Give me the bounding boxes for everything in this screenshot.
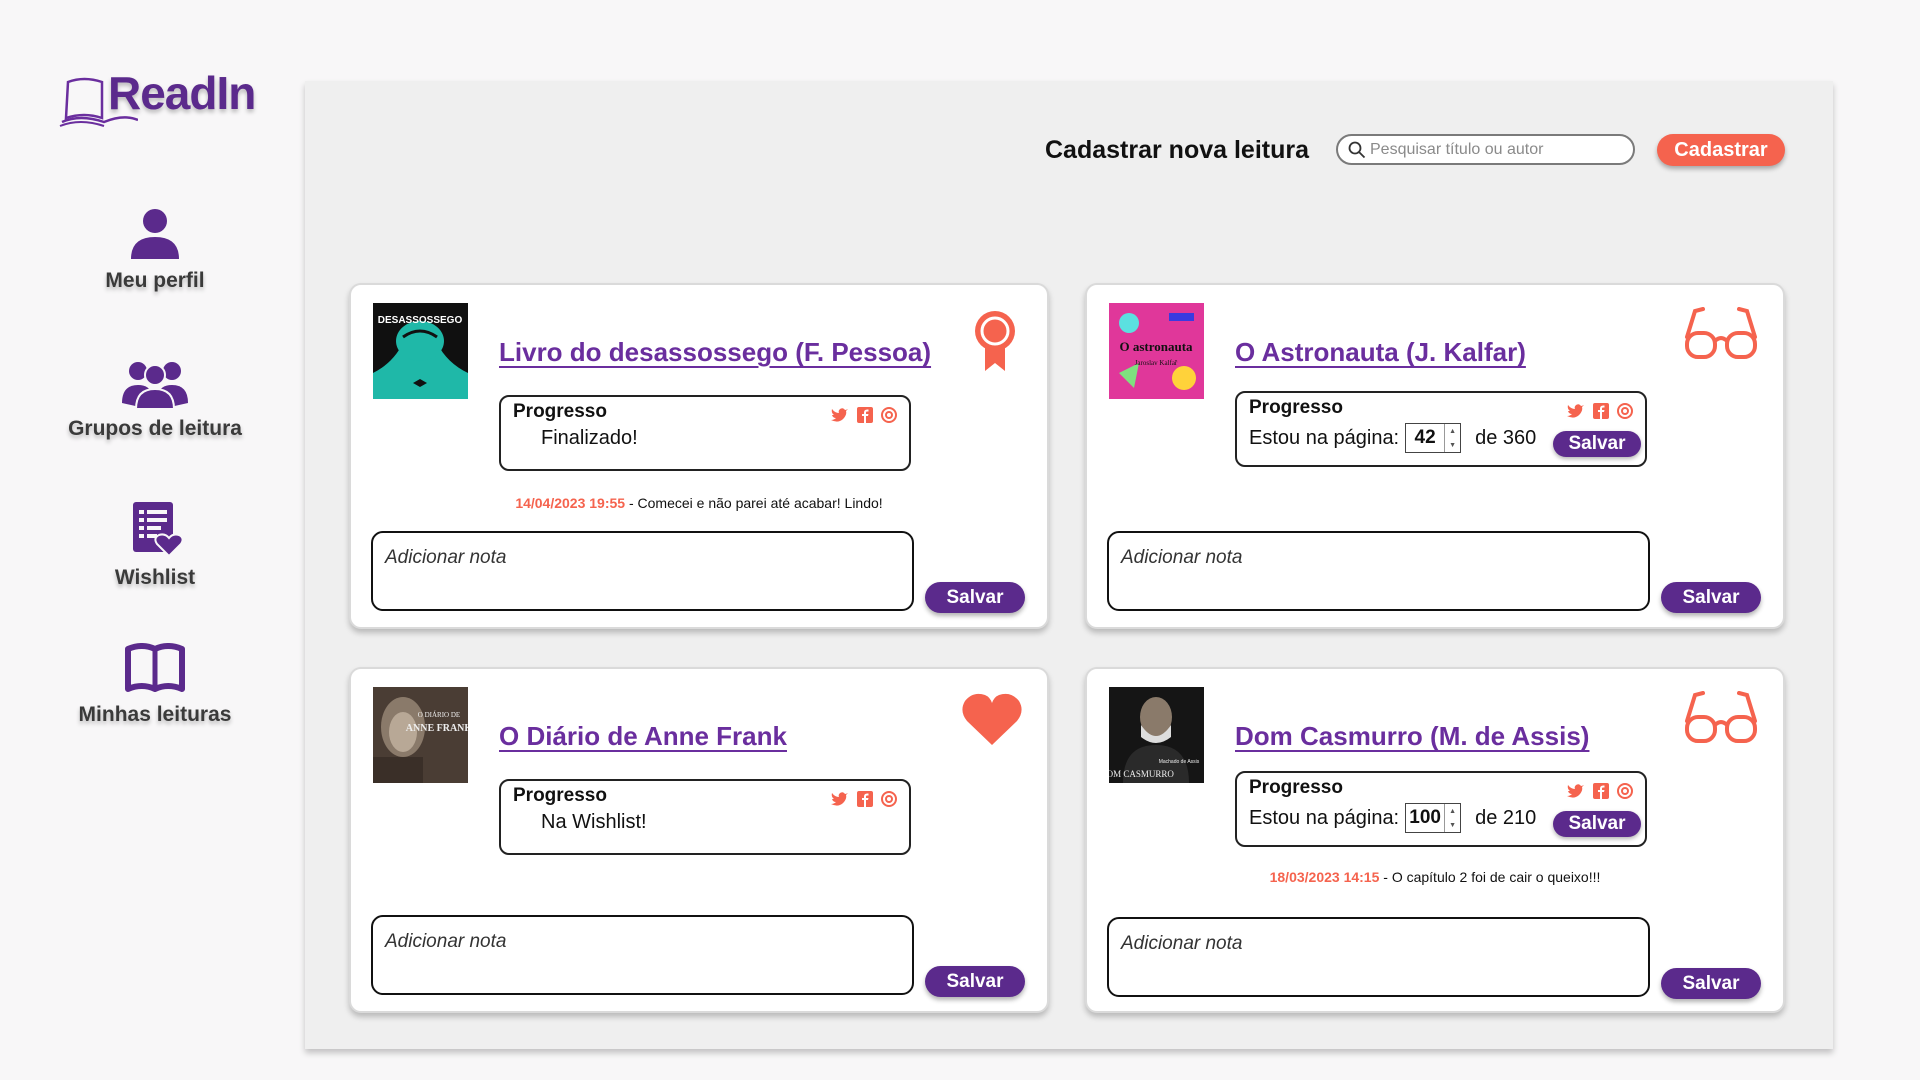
save-note-button[interactable]: Salvar [1661, 582, 1761, 613]
instagram-icon[interactable] [881, 791, 897, 807]
facebook-icon[interactable] [857, 407, 873, 423]
sidebar-item-label: Meu perfil [105, 269, 205, 292]
glasses-icon [1685, 307, 1757, 359]
reading-card: DOM CASMURRO Machado de Assis Dom Casmur… [1085, 667, 1785, 1013]
search-icon [1348, 141, 1366, 158]
sidebar-item-label: Minhas leituras [78, 703, 232, 726]
progress-status: Finalizado! [541, 427, 638, 449]
reading-card: DESASSOSSEGO Livro do desassossego (F. P… [349, 283, 1049, 629]
page-label: Estou na página: [1249, 426, 1400, 449]
add-note-input[interactable] [1107, 531, 1650, 611]
progress-box: Progresso Estou na página: 100 ▲ ▼ de 210… [1235, 771, 1647, 847]
reading-card: O DIÁRIO DE ANNE FRANK O Diário de Anne … [349, 667, 1049, 1013]
reading-card: O astronauta Jaroslav Kalfař O Astronaut… [1085, 283, 1785, 629]
award-ribbon-icon [975, 311, 1015, 371]
current-page-value[interactable]: 100 [1406, 807, 1444, 829]
total-pages: de 210 [1475, 806, 1537, 829]
cover-author: Jaroslav Kalfař [1135, 359, 1178, 367]
facebook-icon[interactable] [1593, 403, 1609, 419]
cover-title: O astronauta [1119, 339, 1193, 354]
page-label: Estou na página: [1249, 806, 1400, 829]
open-book-icon [125, 643, 185, 692]
twitter-icon[interactable] [831, 407, 849, 423]
sidebar-item-wishlist[interactable]: Wishlist [0, 500, 310, 590]
book-cover: O astronauta Jaroslav Kalfař [1109, 303, 1204, 399]
instagram-icon[interactable] [1617, 783, 1633, 799]
stepper-up-icon[interactable]: ▲ [1449, 428, 1456, 435]
share-icons [1567, 403, 1633, 419]
status-badge [1683, 691, 1759, 750]
note-text: - Comecei e não parei até acabar! Lindo! [628, 495, 883, 511]
sidebar-item-grupos[interactable]: Grupos de leitura [0, 357, 310, 441]
group-icon [122, 362, 188, 409]
book-title-link[interactable]: O Diário de Anne Frank [499, 721, 787, 752]
stepper-up-icon[interactable]: ▲ [1449, 808, 1456, 815]
total-pages: de 360 [1475, 426, 1537, 449]
sidebar-item-minhas-leituras[interactable]: Minhas leituras [0, 643, 310, 727]
note-timestamp: 14/04/2023 19:55 [515, 495, 626, 511]
share-icons [831, 791, 897, 807]
stepper-down-icon[interactable]: ▼ [1449, 822, 1456, 829]
save-progress-button[interactable]: Salvar [1553, 811, 1641, 837]
cover-title: DOM CASMURRO [1109, 769, 1174, 779]
book-title-link[interactable]: Livro do desassossego (F. Pessoa) [499, 337, 931, 368]
app-logo[interactable]: ReadIn [58, 62, 268, 130]
book-cover: DESASSOSSEGO [373, 303, 468, 399]
note-entry: 14/04/2023 19:55 - Comecei e não parei a… [351, 495, 1047, 511]
add-note-input[interactable] [1107, 917, 1650, 997]
book-title-link[interactable]: O Astronauta (J. Kalfar) [1235, 337, 1526, 368]
note-entry: 18/03/2023 14:15 - O capítulo 2 foi de c… [1087, 869, 1783, 885]
user-icon [131, 209, 179, 259]
status-badge [1683, 307, 1759, 366]
instagram-icon[interactable] [1617, 403, 1633, 419]
add-note-input[interactable] [371, 915, 914, 995]
stepper-down-icon[interactable]: ▼ [1449, 442, 1456, 449]
register-button[interactable]: Cadastrar [1657, 134, 1785, 166]
facebook-icon[interactable] [857, 791, 873, 807]
current-page-value[interactable]: 42 [1406, 427, 1444, 449]
cover-author: Machado de Assis [1159, 759, 1200, 765]
status-badge [961, 691, 1023, 752]
progress-box: Progresso Estou na página: 42 ▲ ▼ de 360 … [1235, 391, 1647, 467]
twitter-icon[interactable] [831, 791, 849, 807]
progress-status: Na Wishlist! [541, 811, 647, 833]
search-input[interactable] [1370, 140, 1620, 159]
book-cover: O DIÁRIO DE ANNE FRANK [373, 687, 468, 783]
cover-author: ANNE FRANK [406, 723, 468, 734]
sidebar-item-label: Wishlist [114, 566, 196, 589]
progress-box: Progresso Finalizado! [499, 395, 911, 471]
current-page-stepper[interactable]: 42 ▲ ▼ [1405, 423, 1462, 453]
share-icons [1567, 783, 1633, 799]
share-icons [831, 407, 897, 423]
cover-title: O DIÁRIO DE [418, 711, 460, 719]
glasses-icon [1685, 691, 1757, 743]
instagram-icon[interactable] [881, 407, 897, 423]
note-timestamp: 18/03/2023 14:15 [1269, 869, 1380, 885]
save-note-button[interactable]: Salvar [1661, 968, 1761, 999]
twitter-icon[interactable] [1567, 783, 1585, 799]
cover-title: DESASSOSSEGO [378, 315, 463, 326]
current-page-stepper[interactable]: 100 ▲ ▼ [1405, 803, 1462, 833]
progress-box: Progresso Na Wishlist! [499, 779, 911, 855]
page-title: Cadastrar nova leitura [1045, 136, 1309, 164]
status-badge [967, 307, 1023, 378]
app-name: ReadIn [108, 67, 256, 119]
sidebar-item-meu-perfil[interactable]: Meu perfil [0, 205, 310, 293]
save-progress-button[interactable]: Salvar [1553, 431, 1641, 457]
save-note-button[interactable]: Salvar [925, 966, 1025, 997]
book-cover: DOM CASMURRO Machado de Assis [1109, 687, 1204, 783]
save-note-button[interactable]: Salvar [925, 582, 1025, 613]
add-note-input[interactable] [371, 531, 914, 611]
twitter-icon[interactable] [1567, 403, 1585, 419]
note-text: - O capítulo 2 foi de cair o queixo!!! [1383, 869, 1601, 885]
book-title-link[interactable]: Dom Casmurro (M. de Assis) [1235, 721, 1589, 752]
sidebar-item-label: Grupos de leitura [68, 417, 242, 440]
facebook-icon[interactable] [1593, 783, 1609, 799]
heart-icon [962, 693, 1022, 745]
wishlist-icon [133, 502, 184, 558]
search-box[interactable] [1336, 134, 1635, 165]
